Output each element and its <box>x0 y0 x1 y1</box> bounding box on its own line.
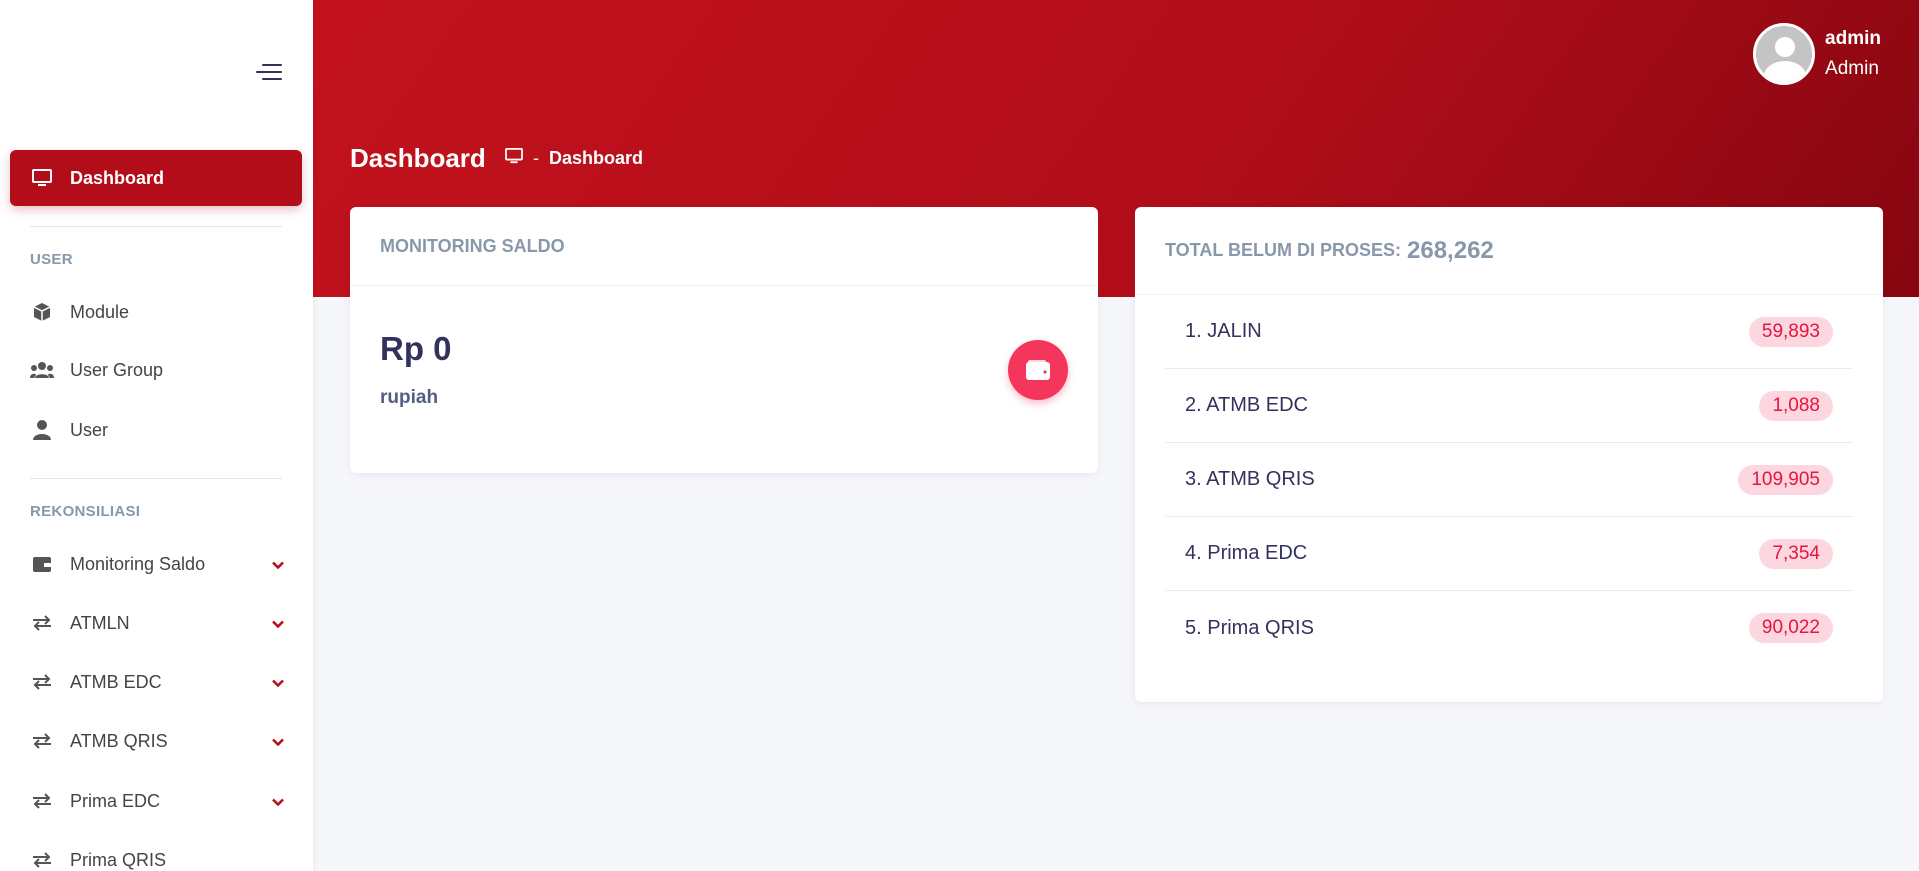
sidebar-item-monitoring-saldo[interactable]: Monitoring Saldo <box>10 536 302 592</box>
sidebar-item-atmln[interactable]: ATMLN <box>10 595 302 651</box>
sidebar-item-module[interactable]: Module <box>10 284 302 340</box>
list-item-label: 4. Prima EDC <box>1185 542 1308 564</box>
chevron-down-icon <box>272 613 284 634</box>
divider <box>30 226 282 227</box>
list-item-label: 3. ATMB QRIS <box>1185 468 1315 490</box>
sidebar-item-label: Prima QRIS <box>70 849 167 870</box>
pending-total: 268,262 <box>1407 236 1494 264</box>
list-item: 5. Prima QRIS 90,022 <box>1165 591 1853 665</box>
sidebar-item-label: Dashboard <box>70 167 165 188</box>
exchange-icon <box>30 672 54 692</box>
sidebar-item-prima-qris[interactable]: Prima QRIS <box>10 832 302 871</box>
sidebar-item-user[interactable]: User <box>10 402 302 458</box>
chevron-down-icon <box>272 731 284 752</box>
sidebar-item-dashboard[interactable]: Dashboard <box>10 150 302 206</box>
list-item: 2. ATMB EDC 1,088 <box>1165 369 1853 443</box>
sidebar: Dashboard USER Module User Group User RE… <box>0 0 313 871</box>
cube-icon <box>30 302 54 322</box>
card-title: TOTAL BELUM DI PROSES: <box>1165 240 1402 260</box>
sidebar-item-label: ATMB EDC <box>70 671 162 692</box>
chevron-down-icon <box>272 554 284 575</box>
section-label-rekonsiliasi: REKONSILIASI <box>30 503 141 520</box>
balance-unit: rupiah <box>380 387 439 408</box>
wallet-icon <box>1008 340 1068 400</box>
exchange-icon <box>30 850 54 870</box>
monitor-icon <box>30 168 54 188</box>
list-item: 1. JALIN 59,893 <box>1165 295 1853 369</box>
pending-total-card: TOTAL BELUM DI PROSES: 268,262 1. JALIN … <box>1135 207 1883 702</box>
sidebar-item-label: Module <box>70 301 130 322</box>
balance-amount: Rp 0 <box>380 330 452 367</box>
sidebar-item-label: Prima EDC <box>70 790 161 811</box>
count-badge: 90,022 <box>1748 613 1833 643</box>
wallet-icon <box>30 554 54 574</box>
menu-toggle-icon[interactable] <box>256 62 282 84</box>
breadcrumb-item[interactable]: Dashboard <box>549 148 643 169</box>
sidebar-item-label: User <box>70 419 109 440</box>
sidebar-item-label: ATMLN <box>70 612 130 633</box>
sidebar-item-atmb-qris[interactable]: ATMB QRIS <box>10 713 302 769</box>
sidebar-item-prima-edc[interactable]: Prima EDC <box>10 773 302 829</box>
card-title: MONITORING SALDO <box>380 235 565 256</box>
count-badge: 7,354 <box>1759 538 1833 569</box>
page-title: Dashboard <box>350 143 486 173</box>
list-item-label: 1. JALIN <box>1185 320 1262 342</box>
count-badge: 59,893 <box>1748 316 1833 347</box>
sidebar-item-label: Monitoring Saldo <box>70 553 206 574</box>
section-label-user: USER <box>30 251 73 268</box>
count-badge: 109,905 <box>1738 464 1833 495</box>
exchange-icon <box>30 613 54 633</box>
chevron-down-icon <box>272 791 284 812</box>
avatar[interactable] <box>1753 23 1816 85</box>
user-name: admin <box>1825 28 1881 49</box>
exchange-icon <box>30 731 54 751</box>
list-item-label: 2. ATMB EDC <box>1185 394 1308 416</box>
exchange-icon <box>30 791 54 811</box>
sidebar-item-atmb-edc[interactable]: ATMB EDC <box>10 654 302 710</box>
monitoring-saldo-card: MONITORING SALDO Rp 0 rupiah <box>350 207 1098 473</box>
count-badge: 1,088 <box>1759 390 1833 421</box>
list-item-label: 5. Prima QRIS <box>1185 616 1314 639</box>
user-icon <box>30 420 54 440</box>
sidebar-item-user-group[interactable]: User Group <box>10 342 302 398</box>
pending-list: 1. JALIN 59,893 2. ATMB EDC 1,088 3. ATM… <box>1165 295 1853 665</box>
user-role: Admin <box>1825 58 1879 79</box>
divider <box>30 478 282 479</box>
sidebar-item-label: User Group <box>70 359 164 380</box>
list-item: 4. Prima EDC 7,354 <box>1165 517 1853 591</box>
user-menu[interactable]: admin Admin <box>1753 23 1881 85</box>
list-item: 3. ATMB QRIS 109,905 <box>1165 443 1853 517</box>
breadcrumb: - Dashboard <box>505 148 643 169</box>
sidebar-item-label: ATMB QRIS <box>70 730 168 751</box>
monitor-icon[interactable] <box>505 148 523 169</box>
users-icon <box>30 360 54 380</box>
breadcrumb-separator: - <box>533 148 539 168</box>
chevron-down-icon <box>272 672 284 693</box>
